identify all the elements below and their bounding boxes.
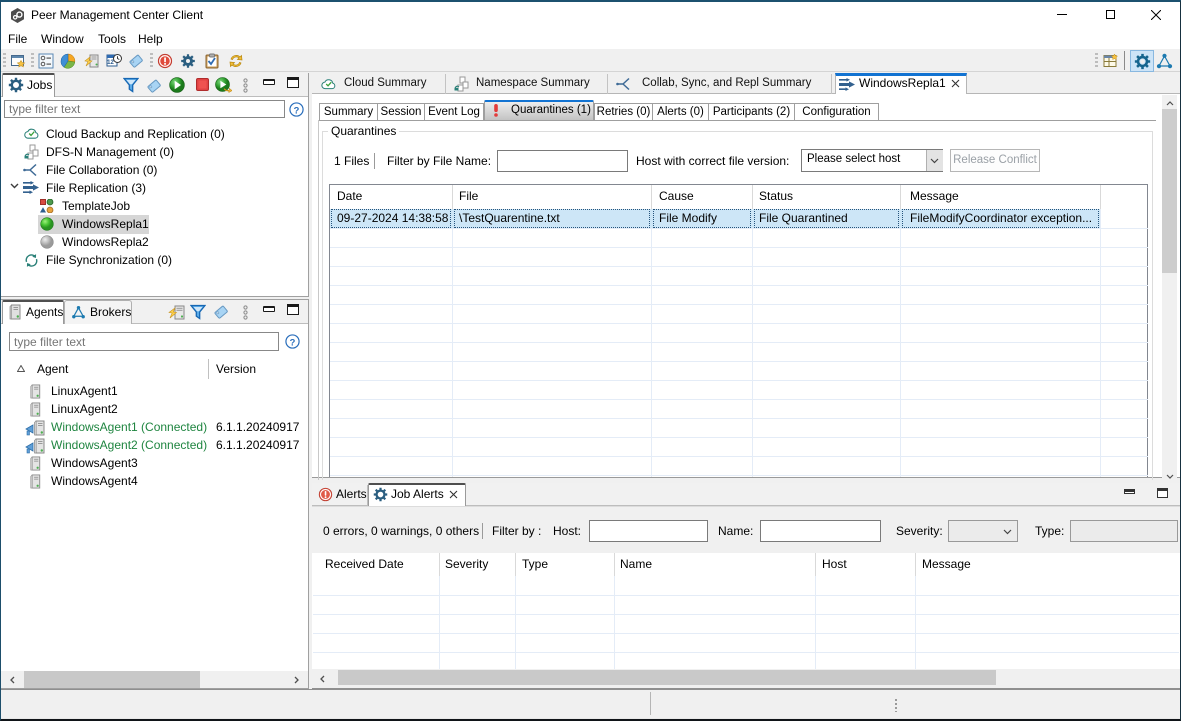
svg-text:?: ? xyxy=(294,105,300,115)
svg-text:12: 12 xyxy=(107,60,114,66)
svg-text:?: ? xyxy=(290,337,296,347)
